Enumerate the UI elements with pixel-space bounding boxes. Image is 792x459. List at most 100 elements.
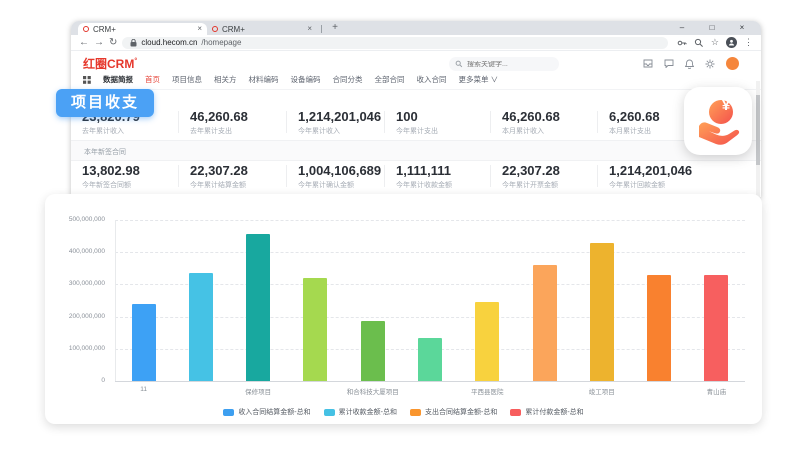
- legend-item-3[interactable]: 累计付款金额-总和: [510, 407, 583, 417]
- browser-window: CRM+ × CRM+ × + – □ × ← → ↻ cloud.hecom.…: [71, 21, 761, 197]
- crm-page: 红圈CRM° 数据简报首页项目信息相关方材料编码设备编码合同分类全部合同收入合同…: [71, 51, 761, 197]
- inbox-icon[interactable]: [643, 59, 653, 68]
- stat-value: 46,260.68: [502, 109, 560, 124]
- nav-item-7[interactable]: 全部合同: [375, 74, 405, 85]
- forward-icon[interactable]: →: [94, 38, 104, 48]
- payment-fab-card[interactable]: ¥: [684, 87, 752, 155]
- chart-bar-6[interactable]: [475, 302, 499, 381]
- nav-item-1[interactable]: 首页: [145, 74, 160, 85]
- stat-label: 本月累计支出: [609, 126, 660, 136]
- nav-item-4[interactable]: 材料编码: [249, 74, 279, 85]
- stat-label: 去年累计收入: [82, 126, 140, 136]
- tab-strip: CRM+ × CRM+ × + – □ ×: [71, 21, 761, 35]
- legend-item-1[interactable]: 累计收款金额-总和: [324, 407, 397, 417]
- search-icon: [455, 60, 463, 68]
- key-icon[interactable]: [677, 38, 687, 48]
- chart-bar-0[interactable]: [132, 304, 156, 381]
- person-icon: [728, 39, 735, 46]
- legend-swatch: [223, 409, 234, 416]
- stats-row1-col-2: 1,214,201,046今年累计收入: [298, 109, 381, 136]
- nav-item-3[interactable]: 相关方: [214, 74, 237, 85]
- minimize-button[interactable]: –: [667, 21, 697, 35]
- tab-label: CRM+: [93, 25, 116, 34]
- search-zoom-icon[interactable]: [694, 38, 704, 48]
- legend-item-2[interactable]: 支出合同结算金额-总和: [410, 407, 497, 417]
- chart-bar-1[interactable]: [189, 273, 213, 381]
- chart-card: 500,000,000400,000,000300,000,000200,000…: [45, 194, 762, 424]
- chart-bar-9[interactable]: [647, 275, 671, 381]
- close-button[interactable]: ×: [727, 21, 757, 35]
- chart-bar-8[interactable]: [590, 243, 614, 381]
- tab-separator: [321, 25, 322, 33]
- chart-bar-4[interactable]: [361, 321, 385, 381]
- nav-item-2[interactable]: 项目信息: [172, 74, 202, 85]
- project-income-expense-badge[interactable]: 项目收支: [56, 89, 154, 117]
- maximize-button[interactable]: □: [697, 21, 727, 35]
- x-axis-label-0: 11: [90, 386, 197, 393]
- stat-value: 22,307.28: [190, 163, 248, 178]
- chart-bar-3[interactable]: [303, 278, 327, 381]
- scrollbar-thumb[interactable]: [756, 95, 760, 165]
- stats-row1: 23,820.79去年累计收入46,260.68去年累计支出1,214,201,…: [71, 109, 761, 143]
- stats-row2-col-0: 13,802.98今年新签合同额: [82, 163, 140, 190]
- stats-row2-col-2: 1,004,106,689今年累计确认金额: [298, 163, 381, 190]
- nav-item-5[interactable]: 设备编码: [291, 74, 321, 85]
- legend-label: 支出合同结算金额-总和: [425, 407, 497, 417]
- new-tab-button[interactable]: +: [329, 22, 341, 34]
- chat-icon[interactable]: [664, 59, 674, 68]
- nav-item-0[interactable]: 数据简报: [103, 74, 133, 85]
- crm-ring-favicon-icon: [83, 26, 89, 32]
- y-axis-tick: 300,000,000: [45, 280, 105, 287]
- stats-row2-col-3: 1,111,111今年累计收款金额: [396, 163, 452, 190]
- chart-area: 500,000,000400,000,000300,000,000200,000…: [45, 194, 762, 424]
- stats-row2: 13,802.98今年新签合同额 22,307.28 今年累计结算金额 1,004,1…: [71, 163, 761, 197]
- nav-item-8[interactable]: 收入合同: [417, 74, 447, 85]
- y-axis-tick: 0: [45, 377, 105, 384]
- y-axis-tick: 100,000,000: [45, 345, 105, 352]
- chart-legend: 收入合同结算金额-总和 累计收款金额-总和 支出合同结算金额-总和 累计付款金额-总和: [45, 407, 762, 417]
- crm-avatar[interactable]: [726, 57, 739, 70]
- x-axis-label-8: 竣工项目: [548, 386, 655, 396]
- reload-icon[interactable]: ↻: [109, 38, 117, 48]
- crm-search-box[interactable]: [449, 57, 559, 71]
- stat-value: 1,214,201,046: [609, 163, 692, 178]
- tab-close-icon[interactable]: ×: [307, 25, 312, 33]
- chart-bar-5[interactable]: [418, 338, 442, 381]
- stats-row2-col-4: 22,307.28今年累计开票金额: [502, 163, 560, 190]
- stat-value: 13,802.98: [82, 163, 140, 178]
- stat-value: 1,214,201,046: [298, 109, 381, 124]
- browser-tab-inactive[interactable]: CRM+ ×: [207, 23, 317, 35]
- lock-icon: [130, 39, 137, 47]
- gear-icon[interactable]: [705, 59, 715, 69]
- chart-bar-2[interactable]: [246, 234, 270, 381]
- legend-item-0[interactable]: 收入合同结算金额-总和: [223, 407, 310, 417]
- stat-label: 今年累计结算金额: [190, 180, 248, 190]
- crm-header-icons: [643, 57, 739, 70]
- chrome-menu-icon[interactable]: ⋮: [744, 38, 753, 47]
- gridline: [115, 252, 745, 253]
- profile-avatar[interactable]: [726, 37, 737, 48]
- tab-close-icon[interactable]: ×: [197, 25, 202, 33]
- grid-menu-icon[interactable]: [83, 76, 91, 84]
- window-controls: – □ ×: [667, 21, 757, 35]
- toolbar-actions: ☆ ⋮: [673, 37, 753, 48]
- back-icon[interactable]: ←: [79, 38, 89, 48]
- y-axis-tick: 200,000,000: [45, 313, 105, 320]
- bell-icon[interactable]: [685, 59, 694, 69]
- stat-divider: [490, 165, 491, 187]
- stats-row2-col-5: 1,214,201,046今年累计回款金额: [609, 163, 692, 190]
- chart-bar-7[interactable]: [533, 265, 557, 381]
- browser-tab-active[interactable]: CRM+ ×: [78, 23, 207, 35]
- stat-divider: [178, 165, 179, 187]
- stat-value: 6,260.68: [609, 109, 660, 124]
- stat-value: 22,307.28: [502, 163, 560, 178]
- legend-swatch: [410, 409, 421, 416]
- nav-item-6[interactable]: 合同分类: [333, 74, 363, 85]
- x-axis-label-2: 保修项目: [205, 386, 312, 396]
- address-bar[interactable]: cloud.hecom.cn/homepage: [122, 37, 668, 49]
- crm-nav: 数据简报 首页 项目信息 相关方 材料编码 设备编码 合同分类 全部合同 收入合同 更多菜单 ∨: [83, 74, 733, 85]
- bookmark-star-icon[interactable]: ☆: [711, 38, 719, 47]
- chart-bar-10[interactable]: [704, 275, 728, 381]
- nav-item-9[interactable]: 更多菜单 ∨: [459, 74, 499, 85]
- search-input[interactable]: [467, 61, 547, 68]
